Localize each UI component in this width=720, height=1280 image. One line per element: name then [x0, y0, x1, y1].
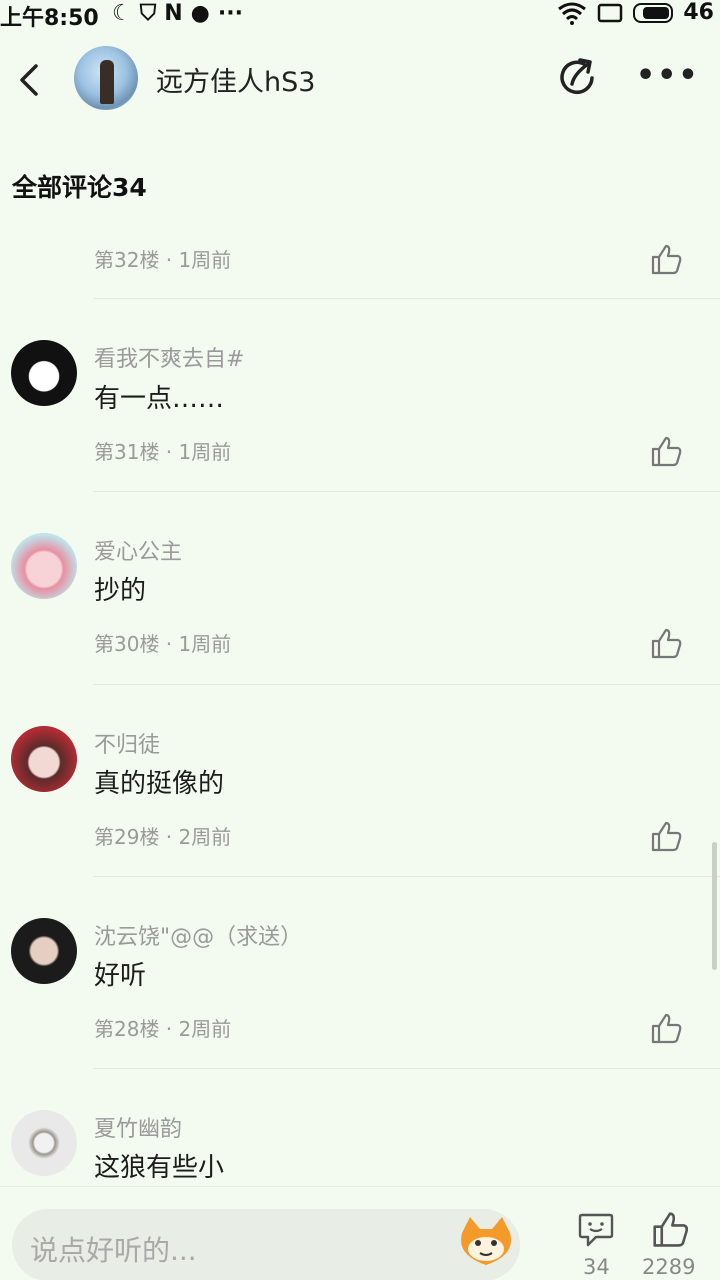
commenter-name[interactable]: 不归徒: [94, 727, 160, 759]
commenter-name[interactable]: 沈云饶"@@（求送）: [94, 919, 302, 951]
comment-bubble-icon[interactable]: [576, 1209, 616, 1249]
n-icon: N: [164, 1, 183, 26]
emoji-mascot-icon[interactable]: [456, 1215, 516, 1267]
commenter-avatar[interactable]: [11, 918, 77, 984]
back-arrow-icon[interactable]: [12, 58, 48, 102]
moon-icon: ☾: [112, 1, 132, 26]
comment-text: 有一点……: [94, 384, 225, 414]
commenter-name[interactable]: 爱心公主: [94, 534, 182, 566]
more-status-icon: ···: [217, 1, 243, 26]
shield-icon: ⛉: [139, 1, 157, 26]
wifi-icon: [558, 2, 587, 25]
thumbs-up-icon[interactable]: [649, 242, 683, 276]
comment-text: 好听: [94, 961, 147, 991]
commenter-name[interactable]: 看我不爽去自#: [94, 341, 244, 373]
divider: [94, 298, 720, 299]
comment-input[interactable]: 说点好听的...: [12, 1209, 520, 1280]
more-options-icon[interactable]: •••: [636, 61, 700, 91]
chat-icon: ●: [190, 1, 210, 26]
status-time: 上午8:50: [0, 6, 99, 31]
commenter-name[interactable]: 夏竹幽韵: [94, 1111, 182, 1143]
username[interactable]: 远方佳人hS3: [156, 60, 315, 99]
comment-meta: 第32楼 · 1周前: [94, 248, 232, 272]
commenter-avatar[interactable]: [11, 726, 77, 792]
comment-meta: 第28楼 · 2周前: [94, 1017, 232, 1041]
scrollbar[interactable]: [712, 842, 717, 970]
top-nav: 远方佳人hS3 •••: [0, 40, 720, 120]
comment-count: 34: [583, 1255, 610, 1279]
comment-meta: 第29楼 · 2周前: [94, 825, 232, 849]
comment-meta: 第31楼 · 1周前: [94, 440, 232, 464]
comment-text: 抄的: [94, 576, 147, 606]
status-bar: 上午8:50 ☾ ⛉ N ● ··· 46: [0, 0, 720, 31]
like-icon[interactable]: [650, 1209, 690, 1249]
user-avatar[interactable]: [74, 46, 138, 110]
bottom-bar: 说点好听的... 34 2289: [0, 1186, 720, 1280]
comment-text: 真的挺像的: [94, 769, 225, 799]
comment-input-placeholder: 说点好听的...: [30, 1234, 197, 1267]
divider: [94, 491, 720, 492]
commenter-avatar[interactable]: [11, 340, 77, 406]
divider: [94, 876, 720, 877]
divider: [94, 1068, 720, 1069]
commenter-avatar[interactable]: [11, 1110, 77, 1176]
battery-icon: [633, 2, 674, 23]
share-icon[interactable]: [556, 56, 600, 100]
screen-icon: [598, 3, 623, 22]
thumbs-up-icon[interactable]: [649, 819, 683, 853]
battery-level: 46: [683, 0, 714, 25]
comments-heading: 全部评论34: [12, 173, 147, 202]
commenter-avatar[interactable]: [11, 533, 77, 599]
comment-meta: 第30楼 · 1周前: [94, 632, 232, 656]
divider: [94, 684, 720, 685]
comment-text: 这狼有些小: [94, 1153, 225, 1183]
thumbs-up-icon[interactable]: [649, 1011, 683, 1045]
thumbs-up-icon[interactable]: [649, 434, 683, 468]
like-count: 2289: [642, 1255, 696, 1279]
thumbs-up-icon[interactable]: [649, 626, 683, 660]
status-icons: ☾ ⛉ N ● ···: [112, 1, 243, 26]
